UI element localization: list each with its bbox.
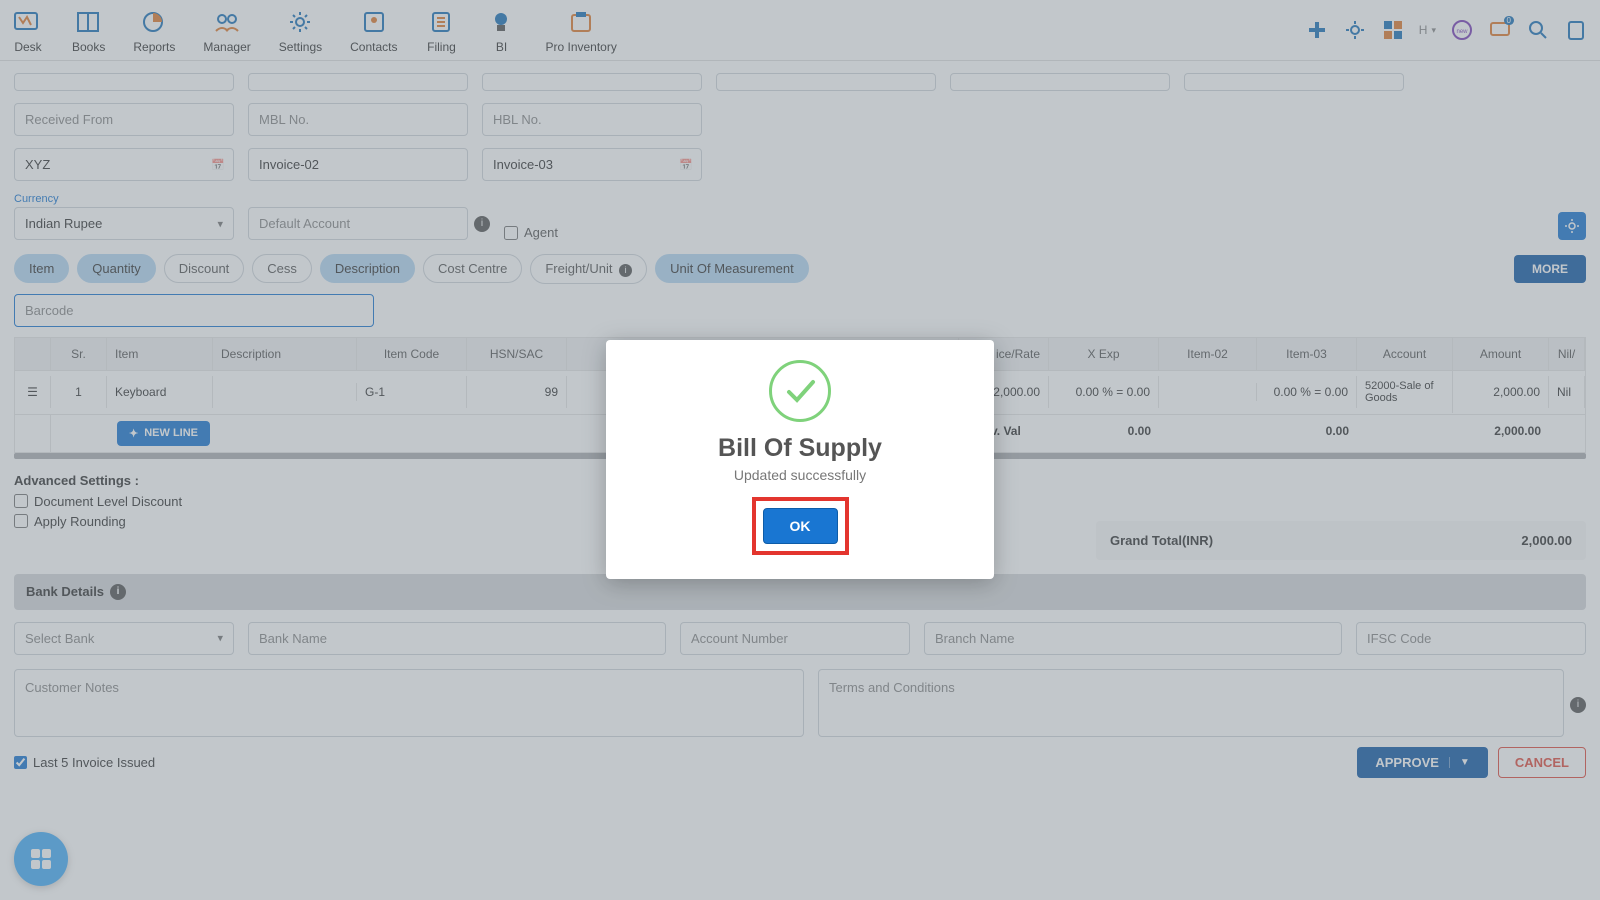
success-modal: Bill Of Supply Updated successfully OK xyxy=(606,340,994,579)
success-check-icon xyxy=(769,360,831,422)
ok-button[interactable]: OK xyxy=(763,508,838,544)
ok-highlight: OK xyxy=(752,497,849,555)
modal-message: Updated successfully xyxy=(626,467,974,483)
modal-title: Bill Of Supply xyxy=(626,434,974,463)
modal-overlay: Bill Of Supply Updated successfully OK xyxy=(0,0,1600,900)
